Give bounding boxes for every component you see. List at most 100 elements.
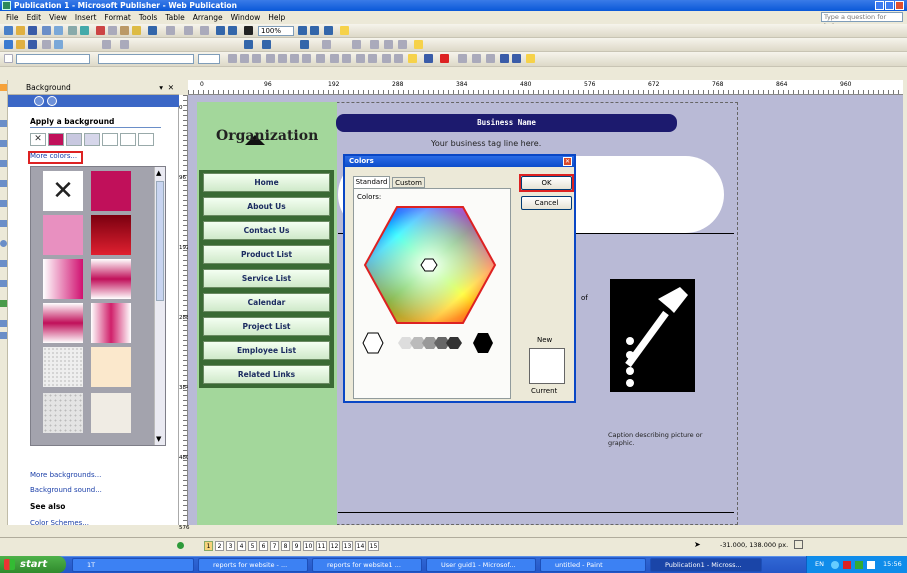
style-select[interactable] (16, 54, 90, 64)
menu-item-file[interactable]: File (6, 13, 19, 22)
hyperlink-icon[interactable] (216, 26, 225, 35)
shadow-style-icon[interactable] (500, 54, 509, 63)
font-select[interactable] (98, 54, 194, 64)
web-preview-icon[interactable] (228, 26, 237, 35)
bg-tile-pink-stripe[interactable] (43, 303, 83, 343)
page-button-14[interactable]: 14 (355, 541, 366, 551)
form-control-icon[interactable] (28, 40, 37, 49)
web-page-options-icon[interactable] (120, 40, 129, 49)
bg-tile-pink-vertical[interactable] (91, 303, 131, 343)
tab-standard[interactable]: Standard (353, 176, 390, 188)
form-control-tool-icon[interactable] (0, 320, 7, 327)
taskbar-button[interactable]: Publication1 - Micross... (650, 558, 762, 572)
copy-icon[interactable] (108, 26, 117, 35)
more-backgrounds-link[interactable]: More backgrounds... (30, 471, 101, 479)
page-button-15[interactable]: 15 (368, 541, 379, 551)
bg-tile-texture-cream[interactable] (91, 347, 131, 387)
page-button-5[interactable]: 5 (248, 541, 257, 551)
no-fill-swatch[interactable]: ✕ (30, 133, 46, 146)
dialog-close-icon[interactable]: ✕ (563, 157, 572, 166)
toolbar-options-icon-2[interactable] (414, 40, 423, 49)
background-sound-icon[interactable] (102, 40, 111, 49)
dash-style-icon[interactable] (472, 54, 481, 63)
page-button-1[interactable]: 1 (204, 541, 213, 551)
cancel-button[interactable]: Cancel (521, 196, 572, 210)
menu-item-view[interactable]: View (49, 13, 67, 22)
nav-item-product-list[interactable]: Product List (203, 245, 330, 264)
toolbar-options-icon-3[interactable] (526, 54, 535, 63)
horizontal-ruler[interactable]: 0 96 192 288 384 480 576 672 768 864 960 (188, 80, 903, 95)
swatch-white-2[interactable] (120, 133, 136, 146)
page-button-11[interactable]: 11 (316, 541, 327, 551)
autoshapes-icon[interactable] (0, 280, 7, 287)
gallery-scrollbar[interactable]: ▲ ▼ (154, 167, 165, 445)
research-icon[interactable] (80, 26, 89, 35)
wordart-icon[interactable] (0, 160, 7, 167)
numbering-icon[interactable] (330, 54, 339, 63)
zoom-in-icon[interactable] (310, 26, 319, 35)
bold-icon[interactable] (228, 54, 237, 63)
3d-style-icon[interactable] (512, 54, 521, 63)
business-name-banner[interactable]: Business Name (336, 114, 677, 132)
help-icon[interactable] (324, 26, 333, 35)
start-button[interactable]: start (0, 556, 66, 573)
color-hexagon-picker[interactable] (363, 205, 497, 325)
publisher-app-icon[interactable] (2, 1, 11, 10)
nav-item-employee-list[interactable]: Employee List (203, 341, 330, 360)
swatch-white-3[interactable] (138, 133, 154, 146)
swatch-lavender[interactable] (66, 133, 82, 146)
page-button-8[interactable]: 8 (281, 541, 290, 551)
taskbar-button[interactable]: untitled - Paint (540, 558, 646, 572)
bullets-icon[interactable] (342, 54, 351, 63)
nav-item-related-links[interactable]: Related Links (203, 365, 330, 384)
nav-item-service-list[interactable]: Service List (203, 269, 330, 288)
ask-question-input[interactable]: Type a question for help (821, 12, 903, 30)
menu-item-window[interactable]: Window (231, 13, 261, 22)
text-box-icon[interactable] (0, 120, 7, 127)
html-code-icon[interactable] (0, 332, 7, 339)
print-preview-icon[interactable] (54, 26, 63, 35)
zoom-select[interactable]: 100% (258, 26, 294, 36)
new-icon[interactable] (4, 26, 13, 35)
font-color-icon[interactable] (440, 54, 449, 63)
taskbar-button[interactable]: User guid1 - Microsof... (426, 558, 536, 572)
web-tools-icon[interactable] (4, 40, 13, 49)
forward-icon[interactable] (47, 96, 57, 106)
form-properties-icon[interactable] (370, 40, 379, 49)
paste-icon[interactable] (120, 26, 129, 35)
menu-item-tools[interactable]: Tools (139, 13, 157, 22)
italic-icon[interactable] (240, 54, 249, 63)
bg-tile-magenta[interactable] (91, 171, 131, 211)
bg-tile-texture-paper[interactable] (91, 393, 131, 433)
bg-tile-pink-band[interactable] (91, 259, 131, 299)
connect-icon[interactable] (352, 40, 361, 49)
language-indicator[interactable]: EN (815, 556, 824, 573)
format-painter-icon[interactable] (132, 26, 141, 35)
menu-item-table[interactable]: Table (165, 13, 184, 22)
open-icon[interactable] (16, 26, 25, 35)
menu-item-help[interactable]: Help (268, 13, 285, 22)
bg-tile-pink[interactable] (43, 215, 83, 255)
line-style-icon[interactable] (458, 54, 467, 63)
increase-indent-icon[interactable] (368, 54, 377, 63)
check-icon[interactable] (300, 40, 309, 49)
nav-item-contact-us[interactable]: Contact Us (203, 221, 330, 240)
color-schemes-link[interactable]: Color Schemes... (30, 519, 89, 527)
hot-spot-icon[interactable] (0, 300, 7, 307)
close-window-button[interactable] (895, 1, 904, 10)
grayscale-picker[interactable] (360, 331, 506, 357)
bring-forward-icon[interactable] (184, 26, 193, 35)
bg-tile-pink-fade[interactable] (43, 259, 83, 299)
tray-antivirus-icon[interactable] (843, 561, 851, 569)
decrease-indent-icon[interactable] (356, 54, 365, 63)
bg-tile-red-gradient[interactable] (91, 215, 131, 255)
arrow-style-icon[interactable] (486, 54, 495, 63)
hammer-picture[interactable] (610, 279, 695, 392)
page-button-2[interactable]: 2 (215, 541, 224, 551)
insert-form-icon[interactable] (16, 40, 25, 49)
menu-item-edit[interactable]: Edit (27, 13, 42, 22)
send-backward-icon[interactable] (200, 26, 209, 35)
spelling-icon[interactable] (68, 26, 77, 35)
page-button-6[interactable]: 6 (259, 541, 268, 551)
minimize-button[interactable] (875, 1, 884, 10)
